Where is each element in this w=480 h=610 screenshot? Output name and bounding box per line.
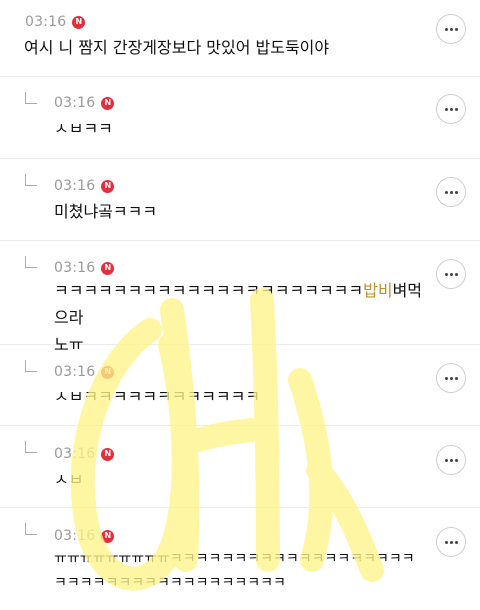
- comment-text-part: ㅋㅋㅋㅋㅋㅋㅋㅋㅋㅋㅋㅋㅋㅋㅋㅋㅋㅋㅋㅋㅋ: [54, 281, 364, 300]
- comment-time: 03:16: [54, 260, 96, 276]
- reply-item: 03:16 N ㅅㅂㅋㅋㅋㅋㅋㅋㅋㅋㅋㅋㅋㅋ: [0, 345, 480, 426]
- new-badge-icon: N: [101, 261, 115, 275]
- reply-item: 03:16 N ㅋㅋㅋㅋㅋㅋㅋㅋㅋㅋㅋㅋㅋㅋㅋㅋㅋㅋㅋㅋㅋ밥비벼먹으라 노ㅠ: [0, 241, 480, 354]
- more-options-icon: [444, 458, 458, 462]
- comment-meta: 03:16 N: [54, 95, 115, 111]
- more-options-icon: [444, 272, 458, 276]
- more-options-icon: [444, 27, 458, 31]
- reply-item: 03:16 N ㅅㅂ: [0, 426, 480, 508]
- new-badge-icon: N: [101, 529, 115, 543]
- comment-meta: 03:16 N: [54, 446, 115, 462]
- comment-time: 03:16: [54, 95, 96, 111]
- new-badge-icon: N: [101, 96, 115, 110]
- new-badge-icon: N: [72, 15, 86, 29]
- comment-time: 03:16: [54, 446, 96, 462]
- more-options-icon: [444, 107, 458, 111]
- comment-meta: 03:16 N: [54, 178, 115, 194]
- comment-text: 미쳤냐곸ㅋㅋㅋ: [54, 202, 158, 221]
- comment-time: 03:16: [54, 528, 96, 544]
- more-options-button[interactable]: [436, 527, 466, 557]
- comment-text-highlight: 밥비: [363, 281, 393, 300]
- comment-text: ㅅㅂㅋㅋ: [54, 119, 113, 138]
- more-options-button[interactable]: [436, 94, 466, 124]
- more-options-button[interactable]: [436, 14, 466, 44]
- comment-meta: 03:16 N: [54, 260, 115, 276]
- reply-arrow-icon: [25, 441, 37, 453]
- comment-meta: 03:16 N: [54, 528, 115, 544]
- reply-item: 03:16 N ㅅㅂㅋㅋ: [0, 77, 480, 159]
- more-options-button[interactable]: [436, 445, 466, 475]
- more-options-button[interactable]: [436, 259, 466, 289]
- comment-meta: 03:16 N: [54, 364, 115, 380]
- new-badge-icon: N: [101, 365, 115, 379]
- reply-arrow-icon: [25, 174, 37, 186]
- comment-time: 03:16: [54, 178, 96, 194]
- comment-item: 03:16 N 여시 니 짬지 간장게장보다 맛있어 밥도둑이야: [0, 0, 480, 77]
- new-badge-icon: N: [101, 179, 115, 193]
- comment-text: ㅅㅂㅋㅋㅋㅋㅋㅋㅋㅋㅋㅋㅋㅋ: [54, 387, 261, 406]
- reply-arrow-icon: [25, 523, 37, 535]
- new-badge-icon: N: [101, 447, 115, 461]
- reply-item: 03:16 N ㅠㅠㅠㅠㅠㅠㅠㅠㅠㅋㅋㅋㅋㅋㅋㅋㅋㅋㅋㅋㅋㅋㅋㅋㅋㅋㅋㅋ ㅋㅋㅋ…: [0, 508, 480, 610]
- comment-time: 03:16: [25, 14, 67, 30]
- more-options-button[interactable]: [436, 363, 466, 393]
- more-options-button[interactable]: [436, 177, 466, 207]
- more-options-icon: [444, 376, 458, 380]
- more-options-icon: [444, 540, 458, 544]
- comment-text: ㅅㅂ: [54, 470, 84, 489]
- reply-item: 03:16 N 미쳤냐곸ㅋㅋㅋ: [0, 159, 480, 241]
- comment-text: 여시 니 짬지 간장게장보다 맛있어 밥도둑이야: [24, 38, 330, 57]
- comment-meta: 03:16 N: [25, 14, 86, 30]
- reply-arrow-icon: [25, 360, 37, 372]
- comment-text: ㅠㅠㅠㅠㅠㅠㅠㅠㅠㅋㅋㅋㅋㅋㅋㅋㅋㅋㅋㅋㅋㅋㅋㅋㅋㅋㅋㅋ ㅋㅋㅋㅋㅋㅋㅋㅋㅋㅋㅋ…: [54, 551, 415, 591]
- reply-arrow-icon: [25, 256, 37, 268]
- more-options-icon: [444, 190, 458, 194]
- reply-arrow-icon: [25, 92, 37, 104]
- comment-time: 03:16: [54, 364, 96, 380]
